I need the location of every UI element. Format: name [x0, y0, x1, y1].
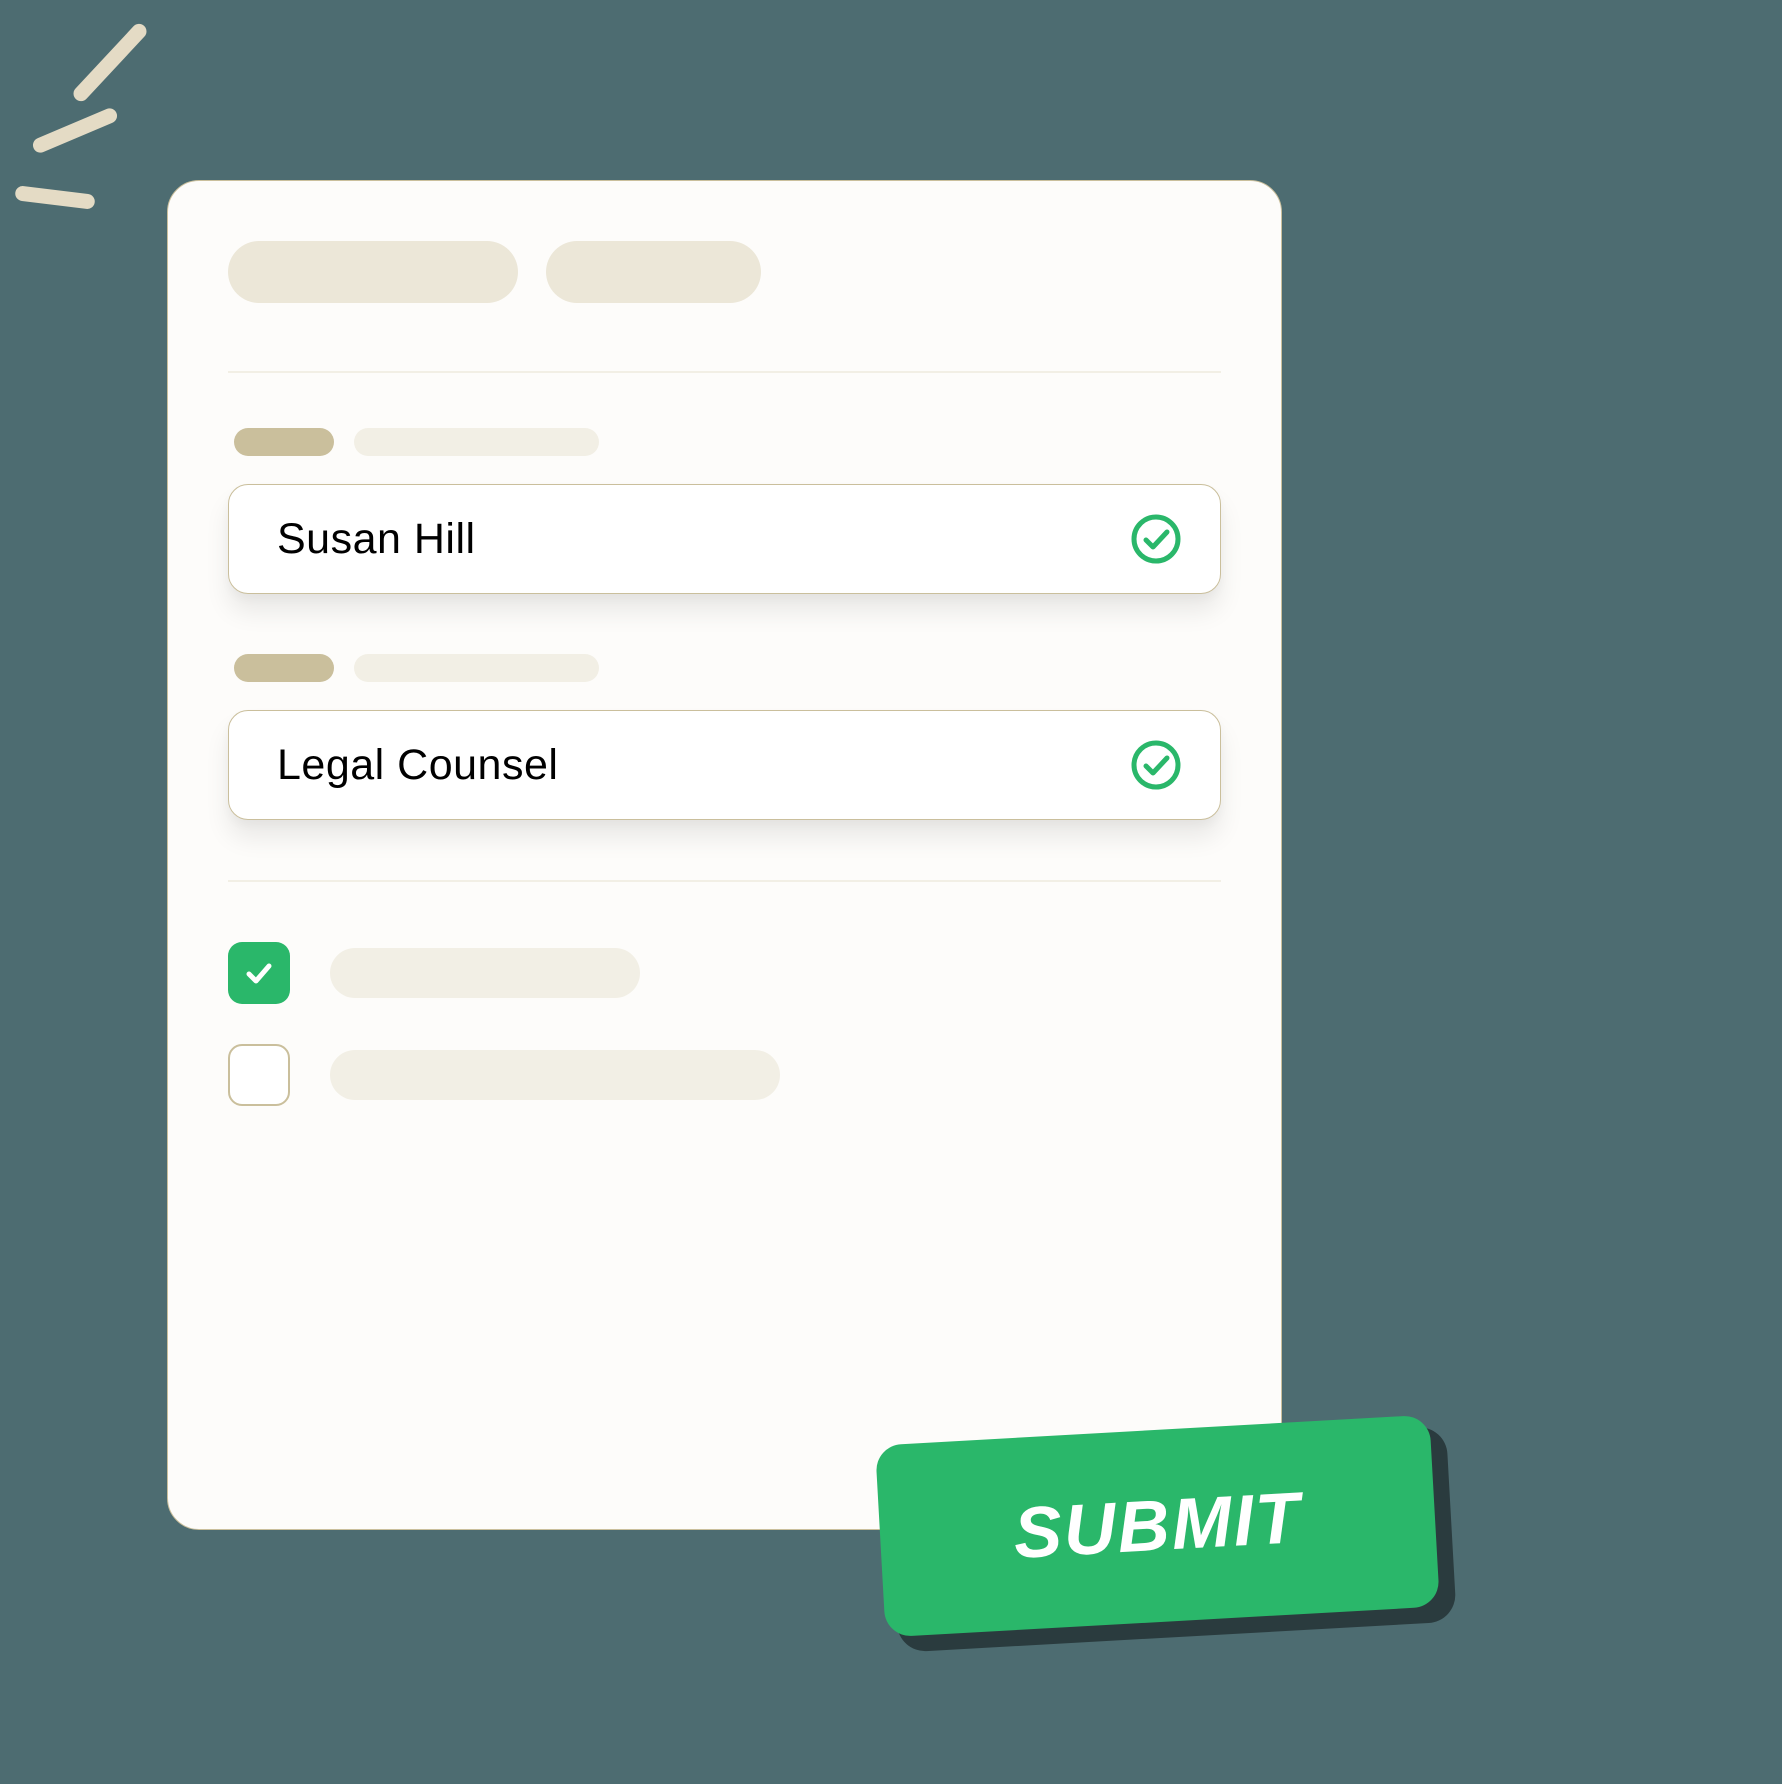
role-input[interactable]: Legal Counsel	[228, 710, 1221, 820]
name-input-value: Susan Hill	[277, 515, 476, 564]
role-field-group: Legal Counsel	[228, 654, 1221, 820]
validated-checkmark-icon	[1130, 739, 1182, 791]
submit-button[interactable]: SUBMIT	[875, 1415, 1440, 1638]
header-pill-2	[546, 241, 761, 303]
role-input-value: Legal Counsel	[277, 741, 558, 790]
checkbox-row-1	[228, 942, 1221, 1004]
label-pill-light	[354, 654, 599, 682]
name-label-row	[234, 428, 1221, 456]
header-placeholder-row	[228, 241, 1221, 303]
name-field-group: Susan Hill	[228, 428, 1221, 594]
header-pill-1	[228, 241, 518, 303]
form-card: Susan Hill Legal Counsel	[167, 180, 1282, 1530]
checkbox-label-placeholder-1	[330, 948, 640, 998]
checkbox-2[interactable]	[228, 1044, 290, 1106]
divider	[228, 880, 1221, 882]
role-label-row	[234, 654, 1221, 682]
label-pill-dark	[234, 654, 334, 682]
divider	[228, 371, 1221, 373]
name-input[interactable]: Susan Hill	[228, 484, 1221, 594]
label-pill-light	[354, 428, 599, 456]
submit-button-label: SUBMIT	[1011, 1477, 1303, 1575]
checkbox-label-placeholder-2	[330, 1050, 780, 1100]
checkbox-1[interactable]	[228, 942, 290, 1004]
validated-checkmark-icon	[1130, 513, 1182, 565]
label-pill-dark	[234, 428, 334, 456]
checkbox-row-2	[228, 1044, 1221, 1106]
checkmark-icon	[241, 955, 277, 991]
